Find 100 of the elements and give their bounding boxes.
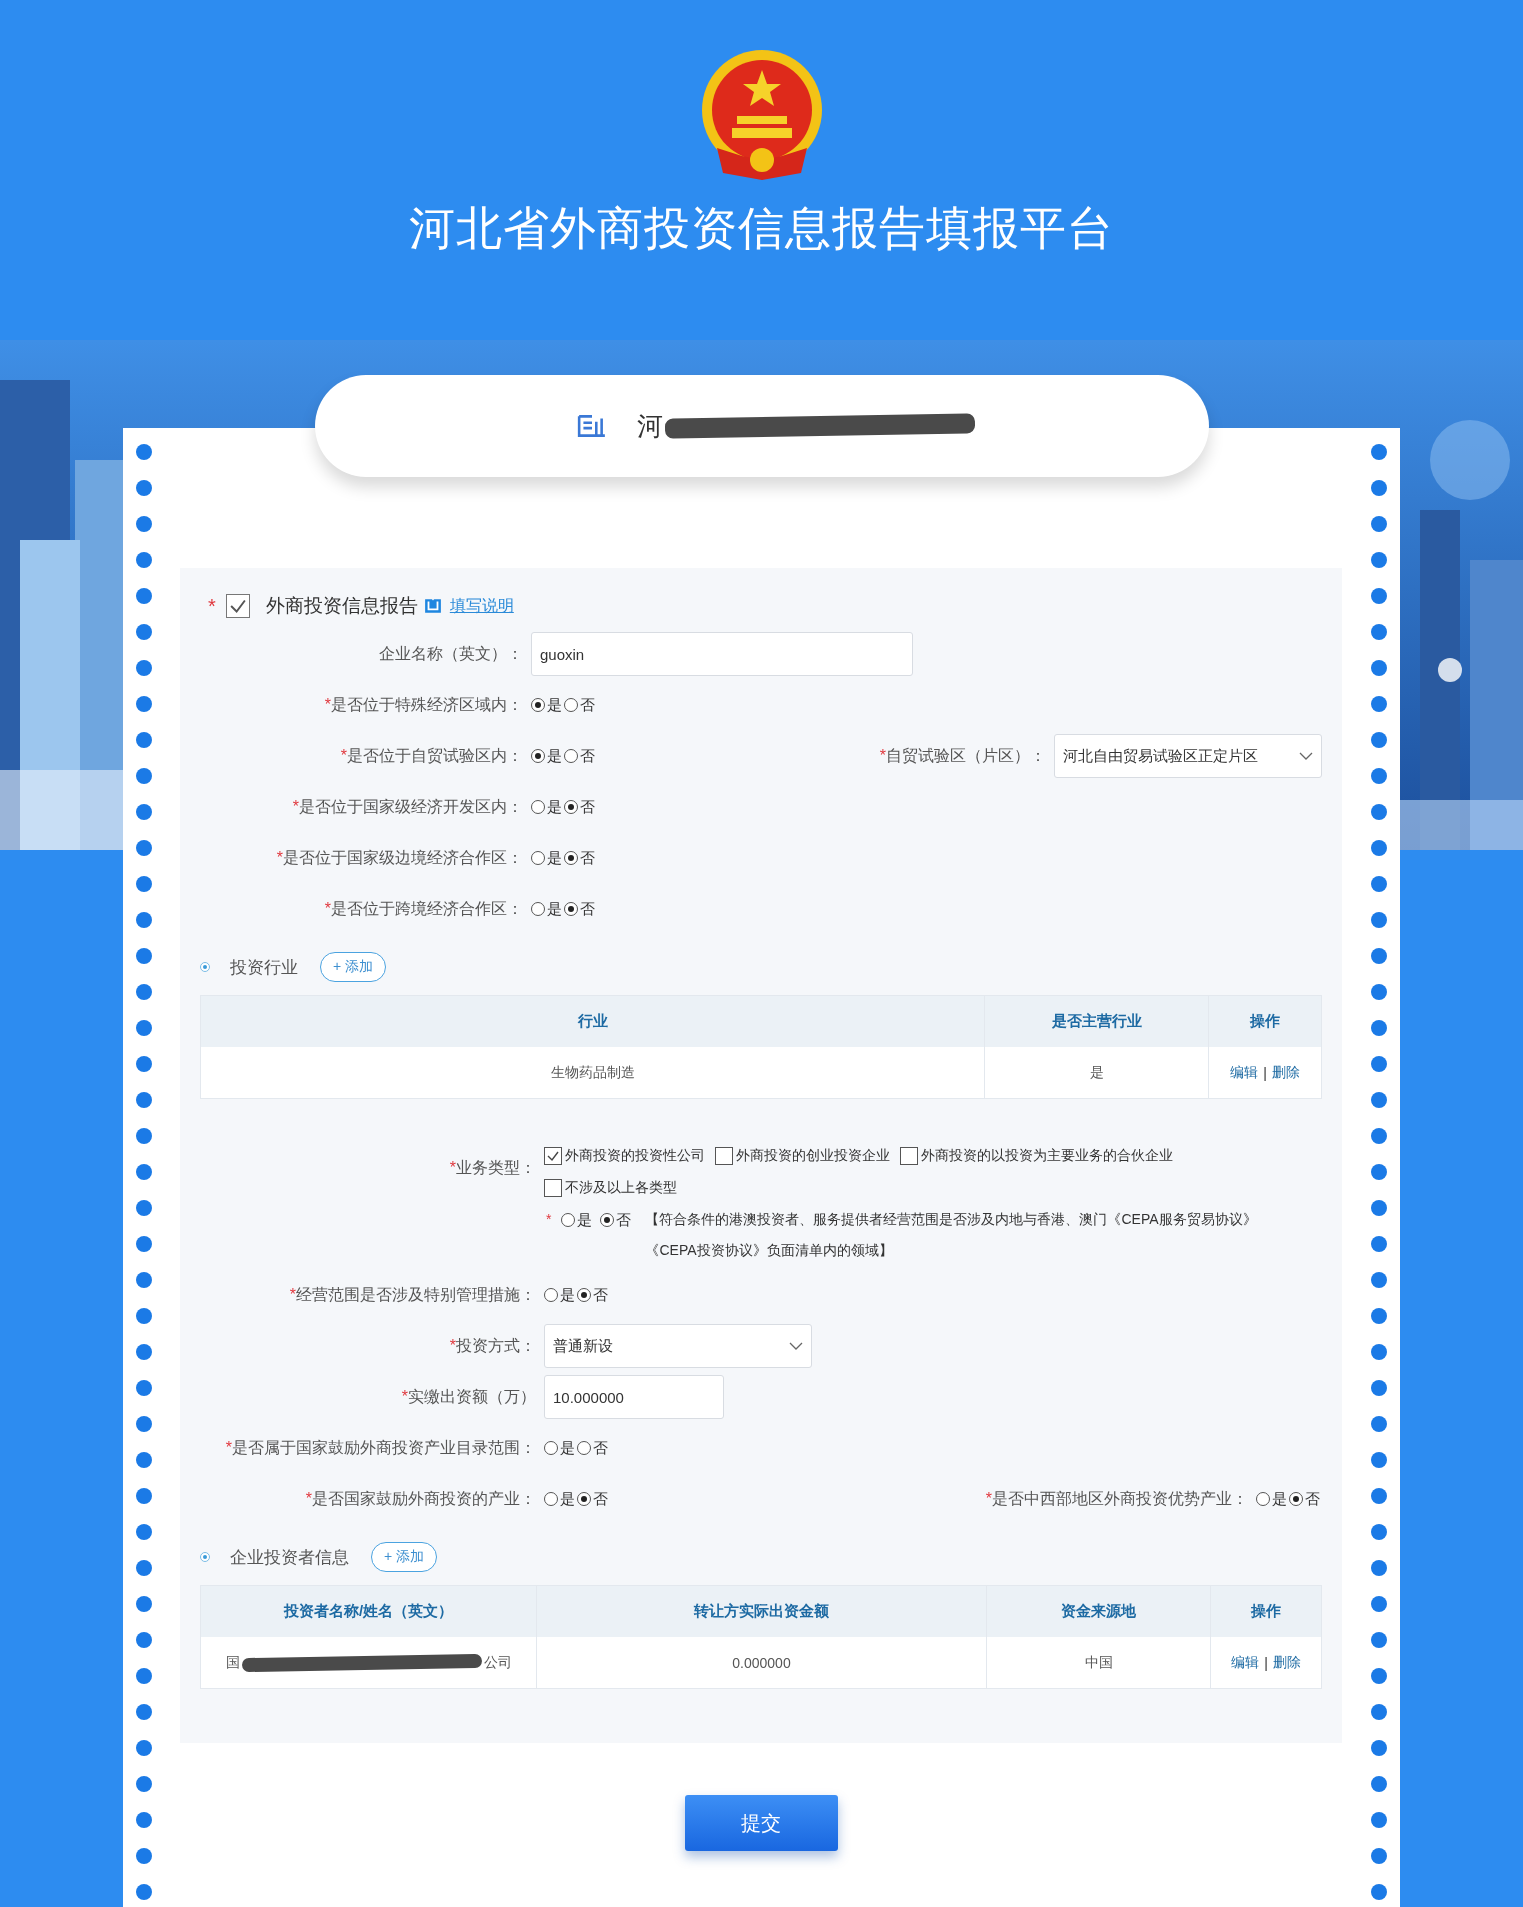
radio-button[interactable] xyxy=(1289,1492,1303,1506)
radio-button[interactable] xyxy=(564,800,578,814)
book-icon xyxy=(423,597,442,615)
radio-label: 是 xyxy=(547,848,562,868)
column-header: 操作 xyxy=(1250,1601,1282,1621)
checkbox[interactable] xyxy=(715,1147,733,1165)
radio-button[interactable] xyxy=(531,749,545,763)
field-label: *经营范围是否涉及特别管理措施： xyxy=(289,1285,536,1303)
section-title: 投资行业 xyxy=(230,956,298,979)
radio-button[interactable] xyxy=(600,1212,615,1227)
radio-label: 是 xyxy=(547,797,562,817)
radio-button[interactable] xyxy=(544,1441,558,1455)
radio-label: 是 xyxy=(1272,1489,1287,1509)
checkbox-label: 外商投资的创业投资企业 xyxy=(736,1147,890,1165)
checkbox-label: 外商投资的以投资为主要业务的合伙企业 xyxy=(921,1147,1173,1165)
checkbox[interactable] xyxy=(900,1147,918,1165)
field-label: *是否位于国家级经济开发区内： xyxy=(292,797,523,815)
column-header: 操作 xyxy=(1249,1011,1281,1031)
edit-link[interactable]: 编辑 xyxy=(1230,1063,1259,1082)
separator: | xyxy=(1263,1064,1267,1081)
field-label: 企业名称（英文）： xyxy=(379,644,523,662)
radio-label: 否 xyxy=(580,899,595,919)
radio-button[interactable] xyxy=(531,698,545,712)
radio-button[interactable] xyxy=(1256,1492,1270,1506)
radio-label: 否 xyxy=(593,1438,608,1458)
add-button[interactable]: + 添加 xyxy=(320,952,387,982)
field-label: *是否国家鼓励外商投资的产业： xyxy=(305,1489,536,1507)
radio-label: 否 xyxy=(580,746,595,766)
field-label: *是否位于特殊经济区域内： xyxy=(324,695,523,713)
investor-name: 国 xyxy=(225,1653,240,1672)
radio-label: 否 xyxy=(580,797,595,817)
radio-label: 否 xyxy=(593,1489,608,1509)
separator: | xyxy=(1264,1654,1268,1671)
table-cell: 0.000000 xyxy=(537,1637,987,1688)
radio-button[interactable] xyxy=(577,1492,591,1506)
radio-label: 否 xyxy=(616,1210,632,1230)
bullet-icon xyxy=(200,962,210,972)
radio-label: 是 xyxy=(547,899,562,919)
radio-label: 是 xyxy=(560,1438,575,1458)
field-label: *实缴出资额（万） xyxy=(401,1387,536,1405)
field-label: *是否位于自贸试验区内： xyxy=(340,746,523,764)
section-title: 企业投资者信息 xyxy=(230,1546,349,1569)
radio-button[interactable] xyxy=(577,1441,591,1455)
table-cell: 是 xyxy=(985,1047,1209,1098)
select-field[interactable]: 普通新设 xyxy=(544,1324,812,1368)
chevron-down-icon xyxy=(789,1342,803,1350)
radio-label: 否 xyxy=(580,695,595,715)
delete-link[interactable]: 删除 xyxy=(1272,1653,1301,1672)
table-cell: 中国 xyxy=(987,1637,1211,1688)
add-button[interactable]: + 添加 xyxy=(371,1542,438,1572)
column-header: 转让方实际出资金额 xyxy=(537,1586,987,1637)
company-name: 河 xyxy=(636,409,663,443)
radio-label: 是 xyxy=(560,1489,575,1509)
field-label: *投资方式： xyxy=(449,1336,536,1354)
page-title: 河北省外商投资信息报告填报平台 xyxy=(409,201,1114,256)
checkbox[interactable] xyxy=(544,1147,562,1165)
investor-name: 公司 xyxy=(483,1653,512,1672)
delete-link[interactable]: 删除 xyxy=(1271,1063,1300,1082)
field-label: *是否中西部地区外商投资优势产业： xyxy=(985,1489,1248,1507)
submit-button[interactable]: 提交 xyxy=(684,1795,838,1851)
field-label: *业务类型： xyxy=(449,1158,536,1176)
radio-label: 是 xyxy=(577,1210,593,1230)
table-cell: 生物药品制造 xyxy=(201,1047,985,1098)
checkbox[interactable] xyxy=(544,1179,562,1197)
bullet-icon xyxy=(200,1552,210,1562)
field-label: *自贸试验区（片区）： xyxy=(879,746,1046,764)
radio-button[interactable] xyxy=(531,851,545,865)
text-field[interactable]: 10.000000 xyxy=(544,1375,724,1419)
text-field[interactable]: guoxin xyxy=(531,632,913,676)
field-label: *是否属于国家鼓励外商投资产业目录范围： xyxy=(225,1438,536,1456)
radio-button[interactable] xyxy=(561,1212,576,1227)
edit-link[interactable]: 编辑 xyxy=(1231,1653,1260,1672)
radio-button[interactable] xyxy=(544,1492,558,1506)
help-link[interactable]: 填写说明 xyxy=(449,595,514,617)
radio-button[interactable] xyxy=(531,902,545,916)
required-mark: * xyxy=(208,594,216,618)
select-field[interactable]: 河北自由贸易试验区正定片区 xyxy=(1054,734,1322,778)
radio-button[interactable] xyxy=(564,698,578,712)
column-header: 行业 xyxy=(201,996,985,1047)
radio-label: 是 xyxy=(547,695,562,715)
radio-label: 否 xyxy=(593,1285,608,1305)
radio-label: 否 xyxy=(1305,1489,1320,1509)
note-text: 【符合条件的港澳投资者、服务提供者经营范围是否涉及内地与香港、澳门《CEPA服务贸易协议》《CEPA投资协议》负面清单内的领域】 xyxy=(645,1210,1258,1260)
section-title: 外商投资信息报告 xyxy=(265,594,418,618)
chevron-down-icon xyxy=(1299,752,1313,760)
checkbox-label: 不涉及以上各类型 xyxy=(565,1179,677,1197)
checkbox[interactable] xyxy=(225,594,250,618)
column-header: 投资者名称/姓名（英文） xyxy=(201,1586,537,1637)
radio-label: 是 xyxy=(560,1285,575,1305)
field-label: *是否位于跨境经济合作区： xyxy=(324,899,523,917)
radio-button[interactable] xyxy=(564,749,578,763)
column-header: 是否主营行业 xyxy=(985,996,1209,1047)
required-mark: * xyxy=(546,1210,552,1229)
radio-button[interactable] xyxy=(577,1288,591,1302)
radio-label: 否 xyxy=(580,848,595,868)
radio-button[interactable] xyxy=(544,1288,558,1302)
radio-button[interactable] xyxy=(564,851,578,865)
radio-button[interactable] xyxy=(531,800,545,814)
radio-label: 是 xyxy=(547,746,562,766)
radio-button[interactable] xyxy=(564,902,578,916)
